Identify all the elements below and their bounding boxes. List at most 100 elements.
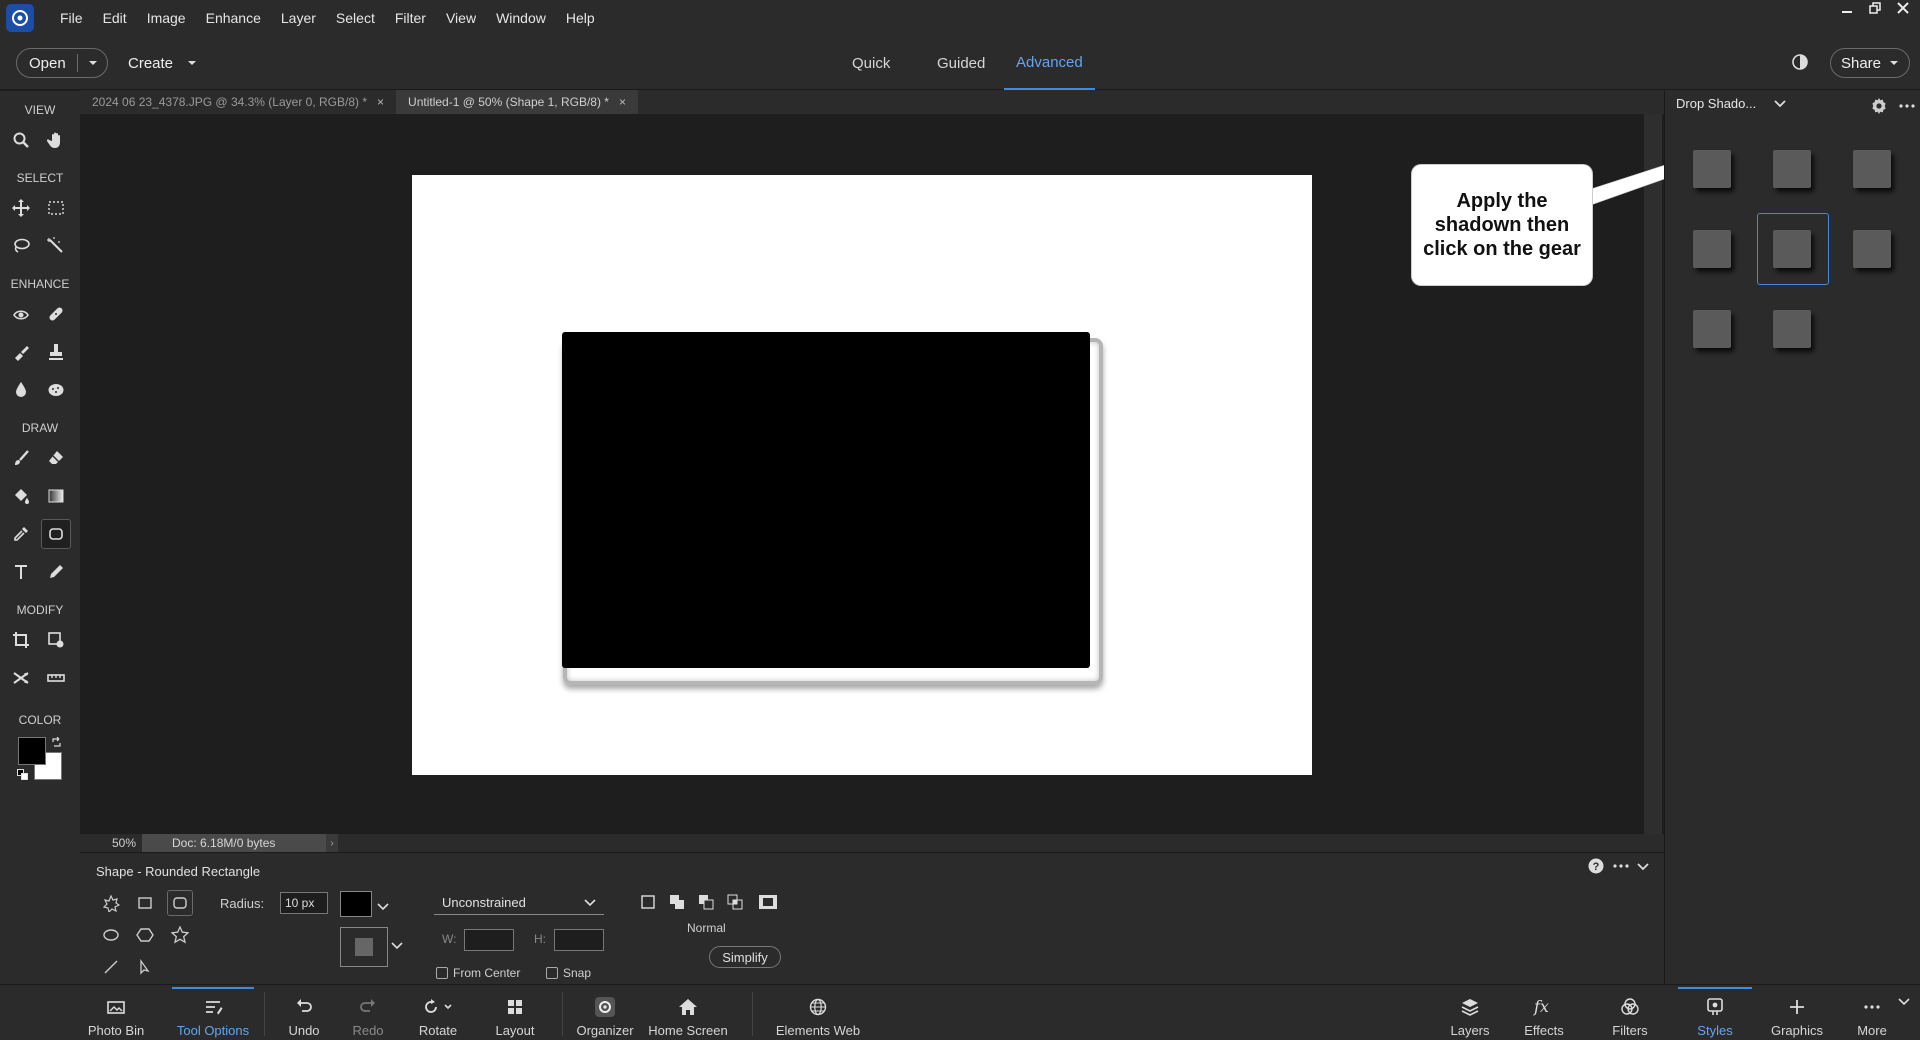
doc-tab-photo[interactable]: 2024 06 23_4378.JPG @ 34.3% (Layer 0, RG… xyxy=(80,90,396,114)
close-tab-icon[interactable]: × xyxy=(377,95,384,109)
more-dropdown-icon[interactable] xyxy=(1898,998,1910,1006)
magic-wand-tool-icon[interactable] xyxy=(41,231,71,261)
open-button[interactable]: Open xyxy=(16,48,108,78)
restore-icon[interactable] xyxy=(1866,0,1884,16)
healing-brush-tool-icon[interactable] xyxy=(41,299,71,329)
constraint-select[interactable]: Unconstrained xyxy=(434,891,604,915)
blur-tool-icon[interactable] xyxy=(6,375,36,405)
swap-colors-icon[interactable] xyxy=(51,737,62,748)
effects-button[interactable]: fx Effects xyxy=(1522,988,1566,1040)
radius-input[interactable]: 10 px xyxy=(280,892,328,914)
style-swatch[interactable] xyxy=(1773,150,1811,188)
menu-image[interactable]: Image xyxy=(137,10,196,26)
color-dropdown-icon[interactable] xyxy=(377,903,389,911)
style-dropdown-icon[interactable] xyxy=(391,942,403,950)
zoom-tool-icon[interactable] xyxy=(6,125,36,155)
type-tool-icon[interactable] xyxy=(6,557,36,587)
tool-options-button[interactable]: Tool Options xyxy=(172,988,254,1040)
intersect-shape-area-icon[interactable] xyxy=(722,889,748,915)
eyedropper-tool-icon[interactable] xyxy=(6,519,36,549)
rounded-rectangle-shape[interactable] xyxy=(562,332,1090,668)
rectangle-shape-icon[interactable] xyxy=(132,890,158,916)
style-swatch[interactable] xyxy=(1693,150,1731,188)
layers-button[interactable]: Layers xyxy=(1448,988,1492,1040)
style-swatch[interactable] xyxy=(1853,230,1891,268)
default-colors-icon[interactable] xyxy=(17,769,28,780)
menu-filter[interactable]: Filter xyxy=(385,10,436,26)
organizer-button[interactable]: Organizer xyxy=(574,988,636,1040)
style-swatch-selected[interactable] xyxy=(1773,230,1811,268)
smart-brush-tool-icon[interactable] xyxy=(6,337,36,367)
elements-web-button[interactable]: Elements Web xyxy=(772,988,864,1040)
theme-toggle-icon[interactable] xyxy=(1790,52,1810,72)
shape-tool-icon[interactable] xyxy=(41,519,71,549)
status-menu-icon[interactable]: › xyxy=(326,834,338,852)
panel-more-icon[interactable] xyxy=(1898,97,1916,115)
tab-advanced[interactable]: Advanced xyxy=(1004,36,1095,90)
minimize-icon[interactable] xyxy=(1838,0,1856,16)
shape-color-swatch[interactable] xyxy=(340,891,372,917)
undo-button[interactable]: Undo xyxy=(284,988,324,1040)
move-tool-icon[interactable] xyxy=(6,193,36,223)
subtract-shape-area-icon[interactable] xyxy=(693,889,719,915)
graphics-button[interactable]: Graphics xyxy=(1768,988,1826,1040)
gradient-tool-icon[interactable] xyxy=(41,481,71,511)
menu-help[interactable]: Help xyxy=(556,10,605,26)
paint-bucket-tool-icon[interactable] xyxy=(6,481,36,511)
simplify-button[interactable]: Simplify xyxy=(709,946,781,968)
style-swatch[interactable] xyxy=(1693,230,1731,268)
collapse-options-icon[interactable] xyxy=(1636,858,1650,874)
tab-quick[interactable]: Quick xyxy=(840,36,902,90)
help-icon[interactable]: ? xyxy=(1588,858,1604,874)
style-swatch[interactable] xyxy=(1773,310,1811,348)
hand-tool-icon[interactable] xyxy=(41,125,71,155)
sponge-tool-icon[interactable] xyxy=(41,375,71,405)
doc-tab-untitled[interactable]: Untitled-1 @ 50% (Shape 1, RGB/8) * × xyxy=(396,90,638,114)
crop-tool-icon[interactable] xyxy=(6,625,36,655)
menu-enhance[interactable]: Enhance xyxy=(196,10,271,26)
style-swatch[interactable] xyxy=(1853,150,1891,188)
brush-tool-icon[interactable] xyxy=(6,443,36,473)
polygon-shape-icon[interactable] xyxy=(132,922,158,948)
foreground-color-swatch[interactable] xyxy=(18,737,46,765)
menu-window[interactable]: Window xyxy=(486,10,556,26)
custom-shape-icon[interactable] xyxy=(98,890,124,916)
ellipse-shape-icon[interactable] xyxy=(98,922,124,948)
menu-layer[interactable]: Layer xyxy=(271,10,326,26)
filters-button[interactable]: Filters xyxy=(1608,988,1652,1040)
zoom-level[interactable]: 50% xyxy=(80,836,142,850)
rounded-rectangle-shape-icon[interactable] xyxy=(167,890,193,916)
redo-button[interactable]: Redo xyxy=(348,988,388,1040)
layout-button[interactable]: Layout xyxy=(494,988,536,1040)
shape-style-swatch[interactable] xyxy=(340,927,388,967)
lasso-tool-icon[interactable] xyxy=(6,231,36,261)
tool-options-more-icon[interactable] xyxy=(1612,858,1630,874)
straighten-tool-icon[interactable] xyxy=(41,663,71,693)
eraser-tool-icon[interactable] xyxy=(41,443,71,473)
from-center-checkbox[interactable] xyxy=(436,967,448,979)
star-shape-icon[interactable] xyxy=(167,922,193,948)
menu-select[interactable]: Select xyxy=(326,10,385,26)
menu-file[interactable]: File xyxy=(50,10,93,26)
marquee-tool-icon[interactable] xyxy=(41,193,71,223)
red-eye-tool-icon[interactable] xyxy=(6,299,36,329)
pencil-tool-icon[interactable] xyxy=(41,557,71,587)
styles-button[interactable]: Styles xyxy=(1678,988,1752,1040)
shape-selection-icon[interactable] xyxy=(132,954,158,980)
photo-bin-button[interactable]: Photo Bin xyxy=(86,988,146,1040)
create-button[interactable]: Create xyxy=(128,48,197,78)
line-shape-icon[interactable] xyxy=(98,954,124,980)
clone-stamp-tool-icon[interactable] xyxy=(41,337,71,367)
add-shape-area-icon[interactable] xyxy=(664,889,690,915)
style-swatch[interactable] xyxy=(1693,310,1731,348)
width-input[interactable] xyxy=(464,929,514,951)
menu-view[interactable]: View xyxy=(436,10,486,26)
gear-icon[interactable] xyxy=(1870,97,1888,115)
more-button[interactable]: More xyxy=(1852,988,1892,1040)
snap-checkbox[interactable] xyxy=(546,967,558,979)
close-icon[interactable] xyxy=(1894,0,1912,16)
share-button[interactable]: Share xyxy=(1830,48,1910,78)
style-category-dropdown[interactable]: Drop Shado... xyxy=(1676,96,1786,111)
rotate-button[interactable]: Rotate xyxy=(416,988,460,1040)
home-screen-button[interactable]: Home Screen xyxy=(648,988,728,1040)
